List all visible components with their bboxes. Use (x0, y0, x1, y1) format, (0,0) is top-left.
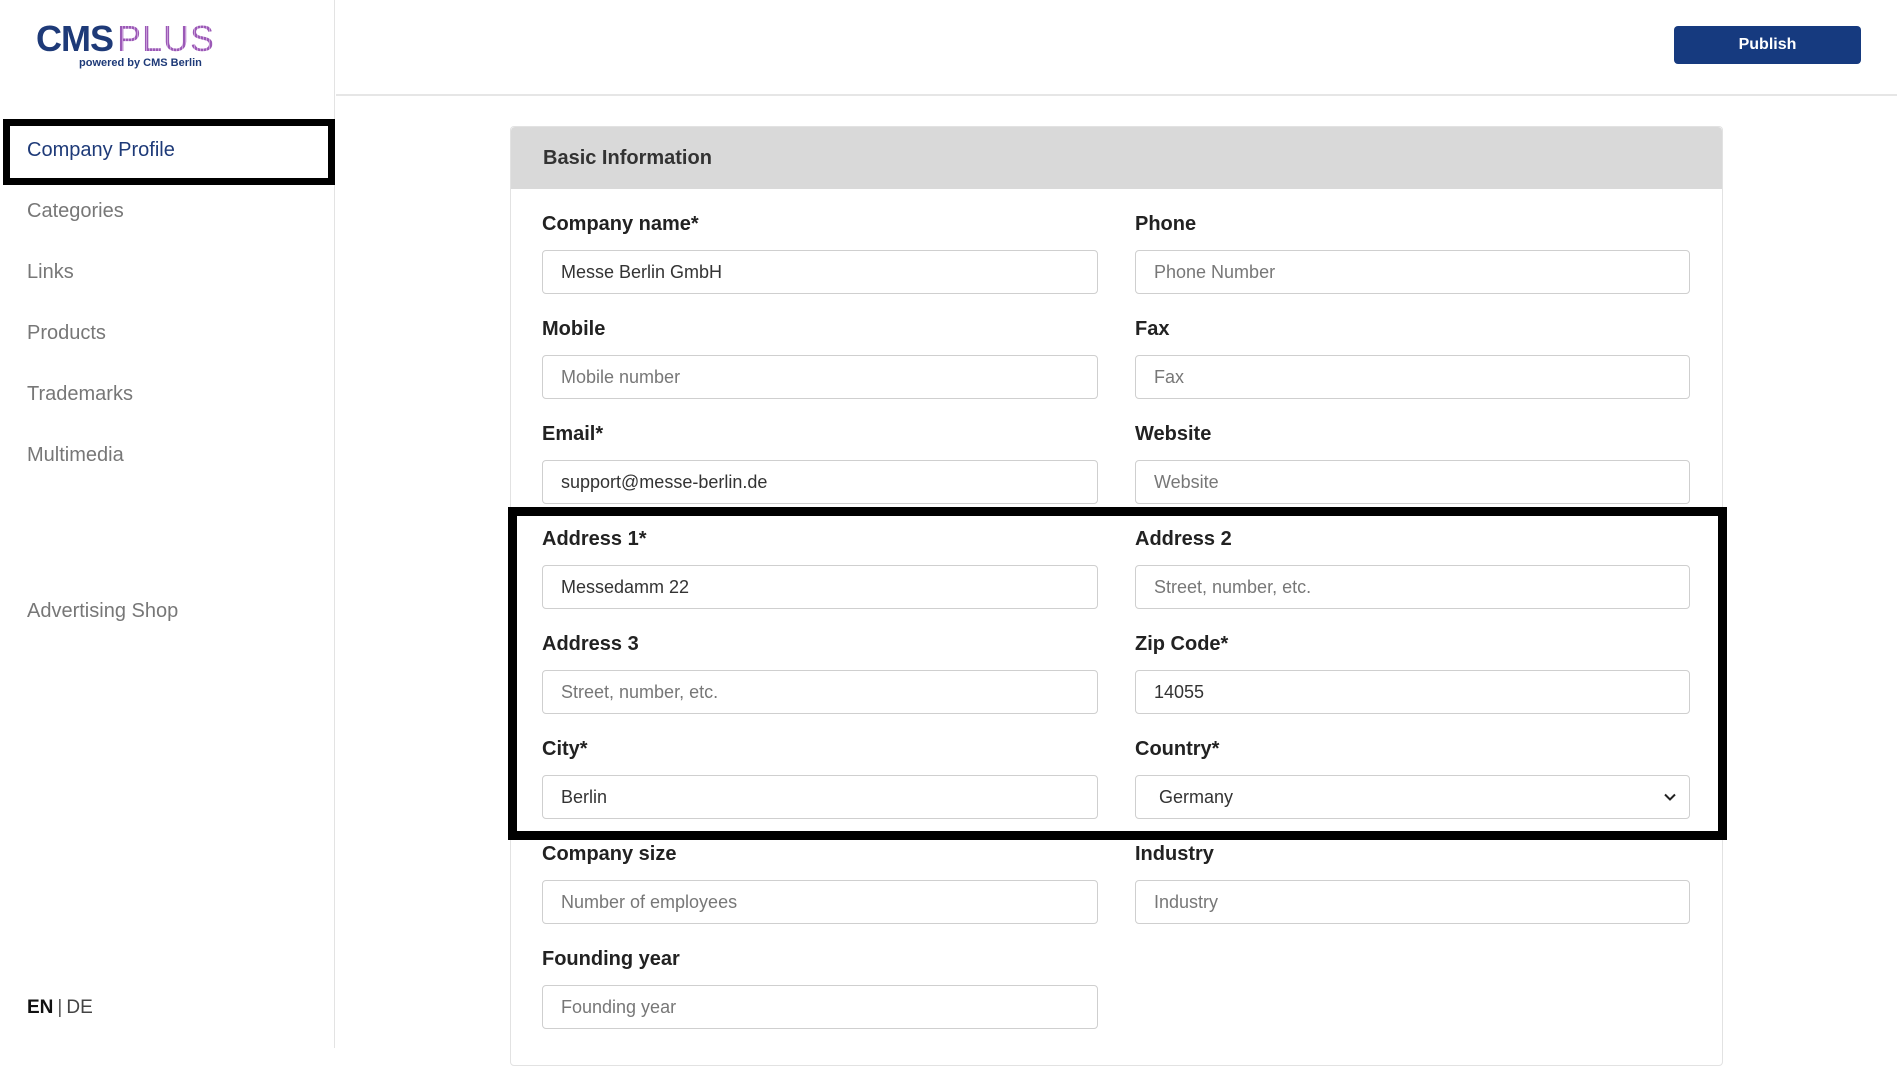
sidebar-item-company-profile[interactable]: Company Profile (27, 139, 175, 162)
company-name-input[interactable] (542, 250, 1098, 294)
country-label: Country* (1135, 738, 1220, 760)
address3-input[interactable] (542, 670, 1098, 714)
sidebar-item-categories[interactable]: Categories (27, 200, 124, 223)
sidebar-item-trademarks[interactable]: Trademarks (27, 383, 133, 406)
email-label: Email* (542, 423, 604, 445)
sidebar-item-links[interactable]: Links (27, 261, 74, 284)
lang-de-link[interactable]: DE (66, 997, 92, 1018)
sidebar-item-advertising-shop[interactable]: Advertising Shop (27, 600, 178, 623)
email-input[interactable] (542, 460, 1098, 504)
language-switcher: EN | DE (27, 997, 93, 1019)
sidebar-item-products[interactable]: Products (27, 322, 106, 345)
logo-cms-text: CMS (36, 18, 114, 59)
industry-label: Industry (1135, 843, 1214, 865)
address3-label: Address 3 (542, 633, 639, 655)
address2-label: Address 2 (1135, 528, 1232, 550)
company-size-input[interactable] (542, 880, 1098, 924)
city-label: City* (542, 738, 588, 760)
phone-label: Phone (1135, 213, 1197, 235)
city-input[interactable] (542, 775, 1098, 819)
country-select-value: Germany (1159, 787, 1234, 807)
website-label: Website (1135, 423, 1212, 445)
top-header (336, 0, 1897, 96)
logo-wordmark: CMS PLUS (36, 20, 216, 58)
address1-label: Address 1* (542, 528, 647, 550)
website-input[interactable] (1135, 460, 1690, 504)
founding-year-input[interactable] (542, 985, 1098, 1029)
mobile-label: Mobile (542, 318, 606, 340)
cms-plus-logo[interactable]: CMS PLUS powered by CMS Berlin (36, 20, 216, 72)
chevron-down-icon (1664, 793, 1676, 801)
industry-input[interactable] (1135, 880, 1690, 924)
logo-plus-text: PLUS (117, 18, 216, 59)
country-select[interactable]: Germany (1135, 775, 1690, 819)
zip-code-label: Zip Code* (1135, 633, 1229, 655)
founding-year-label: Founding year (542, 948, 680, 970)
address2-input[interactable] (1135, 565, 1690, 609)
lang-en-link[interactable]: EN (27, 997, 53, 1018)
zip-code-input[interactable] (1135, 670, 1690, 714)
sidebar-item-multimedia[interactable]: Multimedia (27, 444, 124, 467)
card-title: Basic Information (511, 127, 1722, 189)
company-size-label: Company size (542, 843, 677, 865)
sidebar: CMS PLUS powered by CMS Berlin Company Pr… (0, 0, 335, 1048)
lang-separator: | (57, 997, 63, 1018)
logo-tagline: powered by CMS Berlin (79, 57, 202, 69)
publish-button[interactable]: Publish (1674, 26, 1861, 64)
fax-label: Fax (1135, 318, 1170, 340)
fax-input[interactable] (1135, 355, 1690, 399)
phone-input[interactable] (1135, 250, 1690, 294)
address1-input[interactable] (542, 565, 1098, 609)
company-name-label: Company name* (542, 213, 699, 235)
mobile-input[interactable] (542, 355, 1098, 399)
